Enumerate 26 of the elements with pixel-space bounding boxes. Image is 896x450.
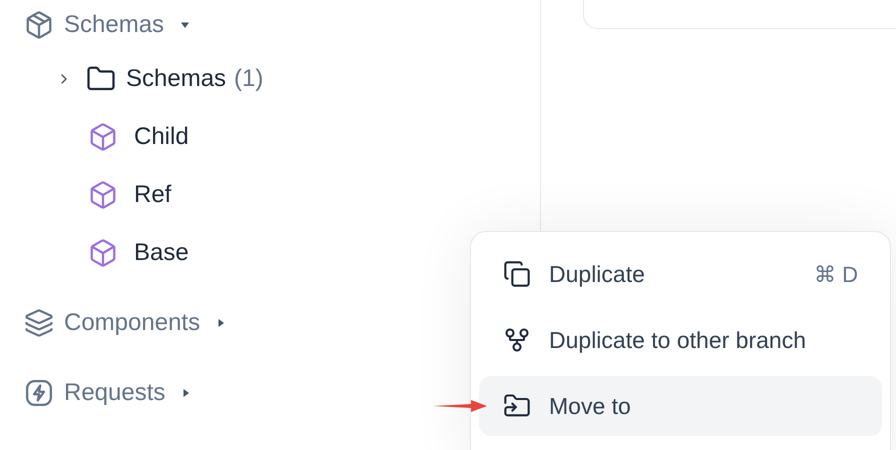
section-header[interactable]: Components — [64, 305, 200, 341]
tree-item-label[interactable]: Base — [134, 235, 189, 271]
item-count: (1) — [234, 64, 264, 94]
menu-item[interactable]: Move to — [479, 376, 882, 436]
copy-icon — [503, 260, 531, 288]
caret-icon[interactable] — [180, 20, 190, 30]
section-header[interactable]: Requests — [64, 375, 166, 411]
tree-item-label[interactable]: Child — [134, 119, 189, 155]
menu-item-label: Duplicate to other branch — [549, 326, 806, 355]
section-header[interactable]: Schemas — [64, 7, 164, 43]
cube-icon — [88, 238, 118, 268]
menu-item-label: Duplicate — [549, 260, 645, 289]
tree-item-label[interactable]: Schemas — [126, 61, 226, 97]
keyboard-shortcut: ⌘ D — [814, 260, 858, 288]
branch-icon — [503, 326, 531, 354]
layers-icon — [24, 308, 54, 338]
caret-icon[interactable] — [216, 318, 226, 328]
package-icon — [24, 10, 54, 40]
bolt-icon — [24, 378, 54, 408]
menu-item[interactable]: Duplicate to other branch — [479, 310, 882, 370]
cube-icon — [88, 122, 118, 152]
menu-item-label: Move to — [549, 392, 631, 421]
menu-item[interactable]: Duplicate ⌘ D — [479, 244, 882, 304]
cube-icon — [88, 180, 118, 210]
tree-item-label[interactable]: Ref — [134, 177, 172, 213]
caret-icon[interactable] — [181, 388, 192, 398]
